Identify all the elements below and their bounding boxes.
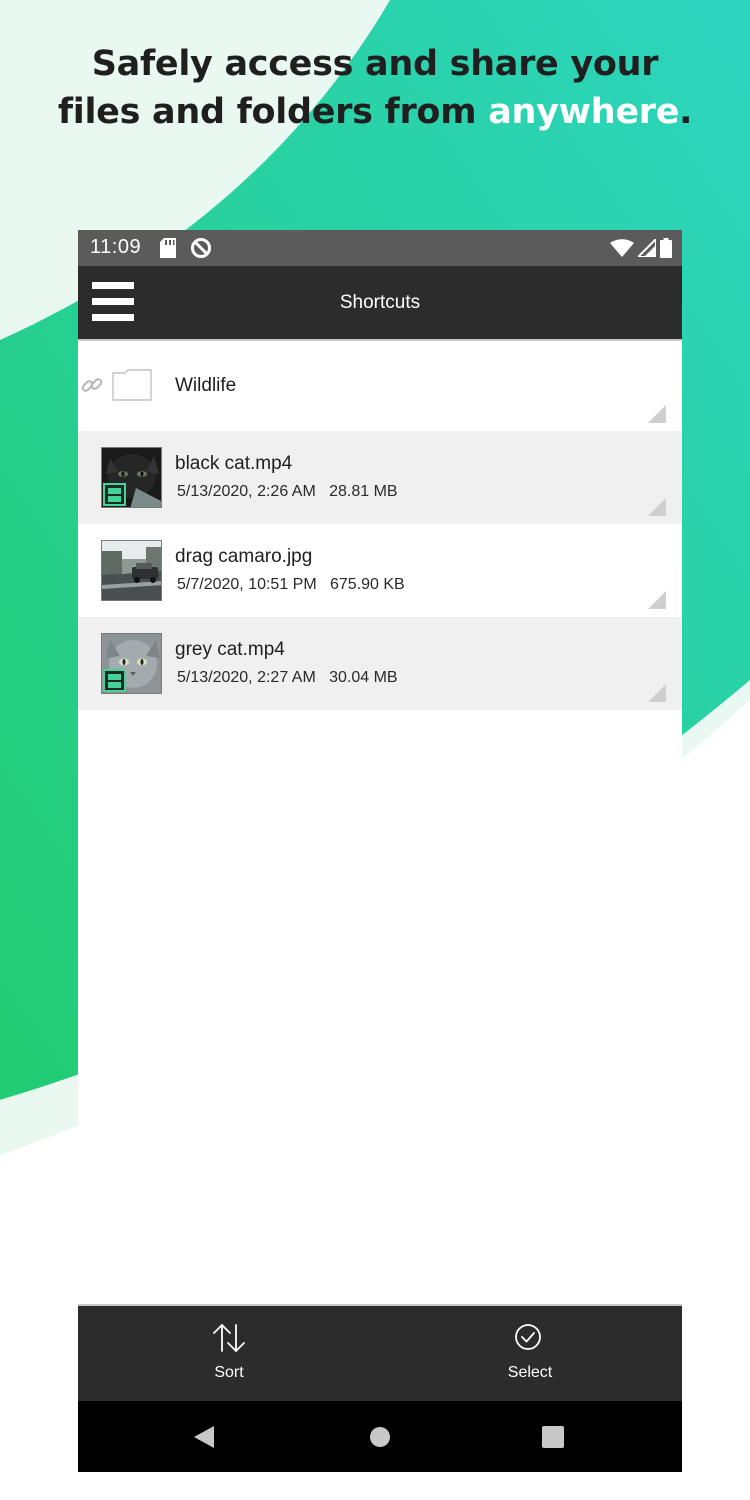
sort-button[interactable]: Sort (154, 1306, 304, 1401)
headline-suffix: . (679, 92, 693, 132)
wifi-icon (610, 239, 634, 262)
sort-label: Sort (214, 1364, 244, 1381)
list-item-black-cat[interactable]: black cat.mp4 5/13/2020, 2:26 AM 28.81 M… (78, 431, 682, 524)
headline-line-1: Safely access and share your (91, 44, 659, 84)
video-thumbnail (101, 633, 162, 694)
cell-signal-icon (635, 236, 657, 262)
status-right-icons (610, 236, 672, 263)
folder-icon (112, 369, 152, 406)
list-item-grey-cat[interactable]: grey cat.mp4 5/13/2020, 2:27 AM 30.04 MB (78, 617, 682, 710)
select-button[interactable]: Select (455, 1306, 605, 1401)
file-name: black cat.mp4 (175, 453, 293, 474)
home-icon[interactable] (369, 1426, 391, 1453)
file-name: grey cat.mp4 (175, 639, 285, 660)
marketing-headline: Safely access and share your files and f… (0, 40, 750, 136)
file-name: Wildlife (175, 375, 237, 396)
bottom-action-bar: Sort Select (78, 1306, 682, 1401)
video-thumbnail (101, 447, 162, 508)
link-icon (81, 374, 103, 401)
item-menu-corner[interactable] (648, 405, 666, 423)
page-title: Shortcuts (339, 292, 421, 313)
status-bar: 11:09 (78, 230, 682, 266)
headline-accent: anywhere (488, 92, 680, 132)
image-thumbnail (101, 540, 162, 601)
file-list: Wildlife black cat.mp4 5/13/2020, 2:26 A… (78, 341, 682, 710)
back-icon[interactable] (192, 1425, 216, 1454)
sort-arrows-icon (211, 1322, 247, 1359)
headline-line-2: files and folders from anywhere. (0, 88, 750, 136)
file-meta: 5/7/2020, 10:51 PM 675.90 KB (177, 576, 405, 593)
headline-prefix: files and folders from (57, 92, 489, 132)
item-menu-corner[interactable] (648, 684, 666, 702)
status-time: 11:09 (90, 236, 142, 258)
list-item-drag-camaro[interactable]: drag camaro.jpg 5/7/2020, 10:51 PM 675.9… (78, 524, 682, 617)
recents-icon[interactable] (542, 1426, 564, 1453)
do-not-disturb-icon (190, 237, 212, 264)
list-item-wildlife[interactable]: Wildlife (78, 341, 682, 431)
file-name: drag camaro.jpg (175, 546, 313, 567)
app-bar: Shortcuts (78, 266, 682, 339)
sd-card-icon (160, 238, 176, 263)
file-meta: 5/13/2020, 2:27 AM 30.04 MB (177, 669, 398, 686)
hamburger-menu-icon[interactable] (92, 282, 134, 322)
select-label: Select (507, 1364, 553, 1381)
item-menu-corner[interactable] (648, 591, 666, 609)
file-meta: 5/13/2020, 2:26 AM 28.81 MB (177, 483, 398, 500)
item-menu-corner[interactable] (648, 498, 666, 516)
check-circle-icon (512, 1322, 544, 1359)
battery-icon (660, 238, 672, 263)
phone-screen: 11:09 Shortcuts Wildlife black cat.mp4 5… (78, 230, 682, 1472)
system-nav-bar (78, 1401, 682, 1472)
